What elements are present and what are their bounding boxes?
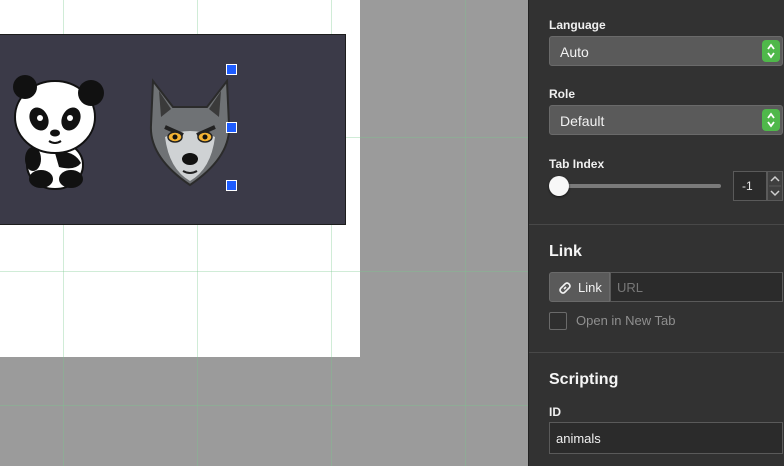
section-divider [529, 352, 784, 353]
grid-line [0, 405, 528, 406]
resize-handle-top[interactable] [226, 64, 237, 75]
tab-index-slider-track[interactable] [559, 184, 721, 188]
inspector-panel: Language Auto Role Default Tab Index -1 … [528, 0, 784, 466]
tab-index-field[interactable]: -1 [733, 171, 767, 201]
panda-icon [13, 75, 104, 190]
wolf-icon [149, 78, 231, 187]
id-label: ID [549, 405, 561, 419]
resize-handle-middle[interactable] [226, 122, 237, 133]
scripting-section-title: Scripting [549, 371, 619, 388]
section-divider [529, 224, 784, 225]
language-label: Language [549, 18, 606, 32]
language-value: Auto [560, 44, 589, 60]
role-label: Role [549, 87, 576, 101]
role-select[interactable]: Default [549, 105, 783, 135]
tab-index-stepper[interactable] [767, 171, 783, 201]
link-button[interactable]: Link [549, 272, 610, 302]
select-stepper-icon [762, 40, 780, 62]
resize-handle-bottom[interactable] [226, 180, 237, 191]
role-value: Default [560, 113, 605, 129]
open-new-tab-label: Open in New Tab [576, 313, 676, 328]
id-input[interactable] [549, 422, 783, 454]
tab-index-value: -1 [742, 179, 753, 193]
animals-image-element[interactable] [0, 34, 346, 225]
tab-index-label: Tab Index [549, 157, 605, 171]
link-button-label: Link [578, 280, 602, 295]
link-section-title: Link [549, 243, 582, 260]
chevron-up-down-icon [769, 175, 781, 197]
tab-index-slider-thumb[interactable] [549, 176, 569, 196]
link-icon [559, 282, 571, 294]
design-canvas[interactable] [0, 0, 528, 466]
grid-line [0, 271, 528, 272]
url-input[interactable] [610, 272, 783, 302]
grid-line [465, 0, 466, 466]
open-new-tab-checkbox[interactable] [549, 312, 567, 330]
language-select[interactable]: Auto [549, 36, 783, 66]
select-stepper-icon [762, 109, 780, 131]
